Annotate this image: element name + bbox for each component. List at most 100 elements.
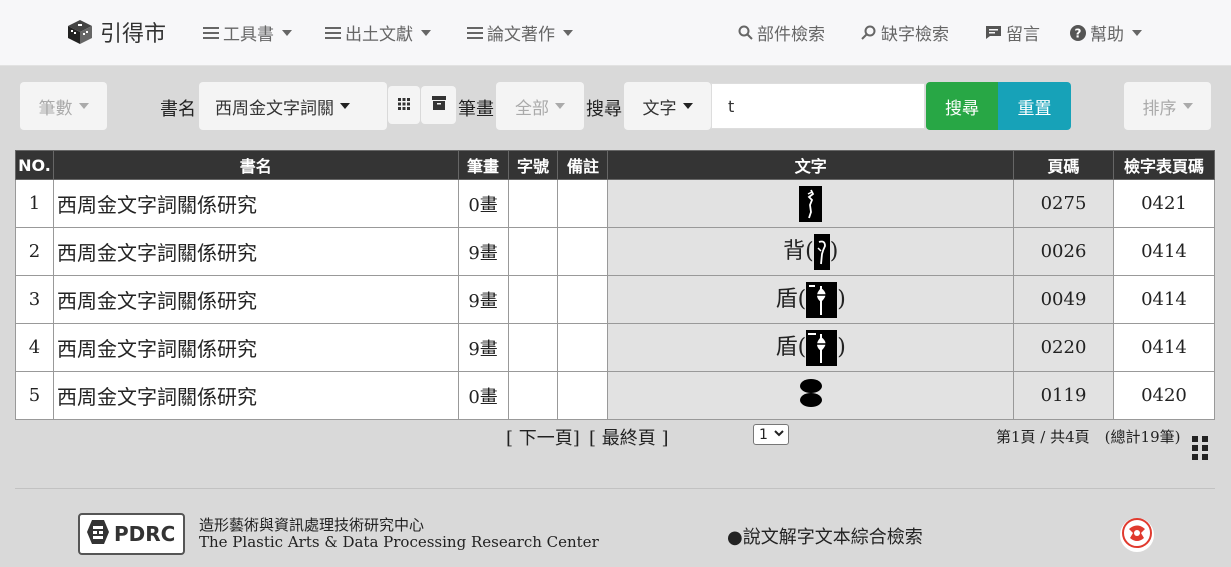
chevron-down-icon (563, 29, 573, 36)
nav-component-search[interactable]: 部件檢索 (738, 20, 825, 45)
cell-book[interactable]: 西周金文字詞關係研究 (52, 227, 459, 276)
chevron-down-icon (555, 103, 565, 109)
table-row[interactable]: 3 西周金文字詞關係研究 9畫 盾( ) 0049 0414 (15, 275, 1216, 324)
nav-missing-char-label: 缺字檢索 (881, 25, 949, 45)
bronze-glyph-image[interactable] (806, 282, 838, 318)
page-select[interactable]: 1 (753, 424, 789, 445)
cell-page[interactable]: 0026 (1013, 227, 1114, 276)
bronze-glyph-image[interactable] (813, 234, 830, 270)
footer-badge[interactable] (1120, 518, 1154, 552)
org-name-zh: 造形藝術與資訊處理技術研究中心 (199, 516, 425, 534)
bronze-glyph-image[interactable] (799, 185, 823, 222)
char-close-paren: ) (829, 239, 839, 264)
col-header-book[interactable]: 書名 (52, 150, 459, 180)
book-select-value: 西周金文字詞關 (215, 98, 334, 119)
next-page-link[interactable]: [ 下一頁] (506, 424, 580, 450)
menu-icon (325, 26, 341, 39)
cell-index-page[interactable]: 0414 (1112, 275, 1216, 324)
sort-dropdown[interactable]: 排序 (1124, 82, 1211, 130)
feedback-badge-icon (1122, 518, 1152, 552)
cell-character[interactable] (607, 371, 1015, 420)
cell-index-page[interactable]: 0420 (1112, 371, 1216, 420)
grid-view-button[interactable] (388, 86, 420, 124)
table-row[interactable]: 2 西周金文字詞關係研究 9畫 背( ) 0026 0414 (15, 227, 1216, 276)
cell-index-page[interactable]: 0414 (1112, 227, 1216, 276)
field-select[interactable]: 文字 (624, 82, 711, 130)
cell-page[interactable]: 0119 (1013, 371, 1114, 420)
search-icon (738, 25, 753, 40)
col-header-strokes[interactable]: 筆畫 (457, 150, 509, 180)
cell-book[interactable]: 西周金文字詞關係研究 (52, 323, 459, 372)
book-label: 書名 (160, 99, 196, 120)
archive-button[interactable] (421, 86, 456, 124)
results-table: NO. 書名 筆畫 字號 備註 文字 頁碼 檢字表頁碼 1 西周金文字詞關係研究… (15, 150, 1216, 420)
table-row[interactable]: 5 西周金文字詞關係研究 0畫 0119 0420 (15, 371, 1216, 420)
cell-no: 1 (15, 179, 54, 228)
cell-character[interactable]: 盾( ) (607, 323, 1015, 372)
stroke-count-dropdown[interactable]: 筆數 (20, 82, 107, 130)
bronze-glyph-image[interactable] (806, 330, 838, 366)
chevron-down-icon (774, 429, 784, 440)
nav-missing-char-search[interactable]: 缺字檢索 (861, 20, 949, 45)
nav-help[interactable]: ? 幫助 (1070, 20, 1142, 45)
help-icon: ? (1070, 24, 1086, 41)
nav-tools[interactable]: 工具書 (203, 20, 292, 45)
cell-strokes: 0畫 (457, 179, 509, 228)
stroke-select[interactable]: 全部 (496, 82, 584, 130)
chevron-down-icon (1182, 103, 1193, 109)
cell-no: 3 (15, 275, 54, 324)
char-prefix: 盾 (775, 287, 798, 312)
layout-toggle-icon[interactable] (1192, 436, 1210, 465)
char-prefix: 背 (783, 239, 806, 264)
nav-papers[interactable]: 論文著作 (467, 20, 573, 45)
cell-character[interactable]: 盾( ) (607, 275, 1015, 324)
col-header-character[interactable]: 文字 (607, 150, 1015, 180)
stroke-count-label: 筆數 (38, 98, 73, 119)
cell-book[interactable]: 西周金文字詞關係研究 (52, 179, 459, 228)
col-header-page[interactable]: 頁碼 (1013, 150, 1114, 180)
col-header-no[interactable]: NO. (15, 150, 54, 180)
cell-character[interactable] (607, 179, 1015, 228)
sort-label: 排序 (1142, 98, 1177, 119)
nav-component-label: 部件檢索 (757, 25, 825, 45)
cell-char-num (507, 227, 559, 276)
cell-page[interactable]: 0049 (1013, 275, 1114, 324)
archive-icon (431, 95, 446, 115)
cell-page[interactable]: 0275 (1013, 179, 1114, 228)
cell-page[interactable]: 0220 (1013, 323, 1114, 372)
search-plus-icon (861, 25, 877, 40)
shuowen-search-link[interactable]: ●說文解字文本綜合檢索 (727, 523, 923, 549)
comment-icon (985, 25, 1002, 40)
char-close-paren: ) (837, 335, 846, 360)
cell-character[interactable]: 背( ) (607, 227, 1015, 276)
search-input[interactable] (711, 83, 925, 129)
cell-index-page[interactable]: 0421 (1112, 179, 1216, 228)
cell-no: 4 (15, 323, 54, 372)
pdrc-logo[interactable]: PDRC (78, 513, 185, 555)
table-row[interactable]: 4 西周金文字詞關係研究 9畫 盾( ) 0220 0414 (15, 323, 1216, 372)
nav-tools-label: 工具書 (223, 25, 274, 45)
nav-excavated-texts[interactable]: 出土文獻 (325, 20, 431, 45)
brand[interactable]: 引得市 (66, 16, 166, 48)
nav-papers-label: 論文著作 (487, 25, 555, 45)
cell-book[interactable]: 西周金文字詞關係研究 (52, 371, 459, 420)
nav-message[interactable]: 留言 (985, 20, 1040, 45)
org-name-en: The Plastic Arts & Data Processing Resea… (199, 533, 599, 551)
search-label: 搜尋 (586, 99, 622, 120)
bronze-glyph-image[interactable] (798, 378, 824, 414)
book-select[interactable]: 西周金文字詞關 (199, 82, 387, 130)
cell-strokes: 9畫 (457, 323, 509, 372)
table-row[interactable]: 1 西周金文字詞關係研究 0畫 0275 0421 (15, 179, 1216, 228)
reset-button[interactable]: 重置 (998, 82, 1071, 130)
search-button[interactable]: 搜尋 (926, 82, 998, 130)
char-open-paren: ( (805, 239, 814, 264)
cell-index-page[interactable]: 0414 (1112, 323, 1216, 372)
col-header-char-num[interactable]: 字號 (507, 150, 559, 180)
cell-book[interactable]: 西周金文字詞關係研究 (52, 275, 459, 324)
last-page-link[interactable]: [ 最終頁 ] (589, 424, 669, 450)
col-header-index-page[interactable]: 檢字表頁碼 (1112, 150, 1216, 180)
cell-strokes: 0畫 (457, 371, 509, 420)
pdrc-logo-text: PDRC (114, 522, 176, 546)
chevron-down-icon (340, 103, 350, 109)
col-header-note[interactable]: 備註 (557, 150, 609, 180)
